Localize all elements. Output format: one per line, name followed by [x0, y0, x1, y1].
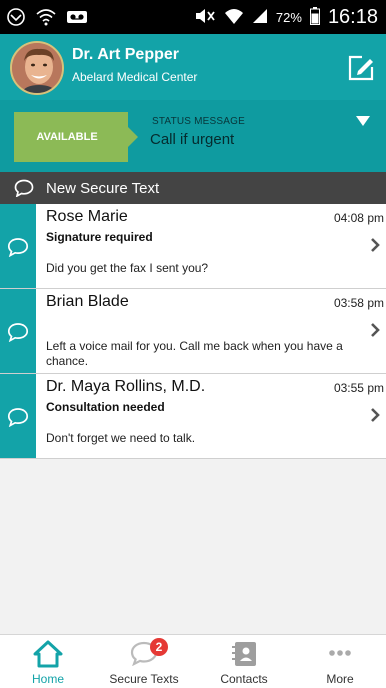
unread-badge: 2	[150, 638, 168, 656]
message-bubble-icon	[7, 237, 29, 262]
nav-more-label: More	[326, 672, 354, 686]
message-sender: Brian Blade	[46, 293, 129, 310]
app-notification-icon	[6, 7, 26, 32]
message-list: Rose Marie 04:08 pm Signature required D…	[0, 204, 386, 459]
cell-signal-icon	[252, 8, 268, 27]
nav-home-label: Home	[31, 672, 64, 686]
mute-icon	[194, 7, 216, 28]
clock: 16:18	[327, 6, 378, 28]
status-band: AVAILABLE STATUS MESSAGE Call if urgent	[0, 100, 386, 172]
app-root: 72% 16:18 Dr. Art Pepper Abelard Medical…	[0, 0, 386, 688]
message-sender: Dr. Maya Rollins, M.D.	[46, 378, 206, 395]
nav-secure-texts-label: Secure Texts	[109, 672, 179, 686]
speech-bubble-icon	[14, 179, 34, 202]
avatar[interactable]	[10, 41, 64, 95]
status-bar-left	[6, 7, 88, 32]
message-bubble-icon	[7, 407, 29, 432]
status-bar-right: 72% 16:18	[194, 6, 378, 29]
message-subject: Signature required	[46, 230, 153, 244]
chevron-right-icon	[370, 322, 380, 343]
availability-label: AVAILABLE	[36, 131, 98, 143]
battery-percent: 72%	[275, 10, 302, 25]
wifi-signal-icon	[224, 7, 244, 28]
message-preview: Don't forget we need to talk.	[46, 431, 196, 445]
battery-icon	[309, 7, 320, 28]
message-row[interactable]: Dr. Maya Rollins, M.D. 03:55 pm Consulta…	[0, 374, 386, 459]
edit-icon	[348, 55, 374, 81]
chevron-right-icon	[370, 407, 380, 428]
message-time: 03:58 pm	[333, 296, 384, 310]
status-dropdown-icon[interactable]	[356, 116, 370, 126]
profile-header: Dr. Art Pepper Abelard Medical Center	[0, 34, 386, 100]
nav-contacts[interactable]: Contacts	[196, 635, 292, 688]
message-time: 04:08 pm	[333, 211, 384, 225]
compose-edit-button[interactable]	[346, 53, 376, 83]
more-dots-icon	[326, 640, 354, 671]
nav-home[interactable]: Home	[0, 635, 96, 688]
availability-toggle[interactable]: AVAILABLE	[14, 112, 138, 162]
chevron-right-icon	[370, 237, 380, 258]
message-preview: Did you get the fax I sent you?	[46, 261, 209, 275]
message-sender: Rose Marie	[46, 208, 128, 225]
contacts-book-icon	[230, 640, 258, 673]
voicemail-icon	[66, 10, 88, 29]
doctor-name: Dr. Art Pepper	[72, 46, 179, 63]
medical-center: Abelard Medical Center	[72, 70, 198, 84]
new-secure-text-label: New Secure Text	[46, 180, 160, 197]
message-subject: Consultation needed	[46, 400, 165, 414]
message-preview: Left a voice mail for you. Call me back …	[46, 339, 343, 368]
nav-more[interactable]: More	[292, 635, 386, 688]
message-time: 03:55 pm	[333, 381, 384, 395]
status-message-value[interactable]: Call if urgent	[150, 131, 234, 148]
wifi-icon	[36, 8, 56, 31]
message-row[interactable]: Rose Marie 04:08 pm Signature required D…	[0, 204, 386, 289]
bottom-navigation: Home 2 Secure Texts Contacts More	[0, 634, 386, 688]
system-status-bar: 72% 16:18	[0, 0, 386, 34]
home-icon	[33, 640, 63, 673]
status-message-label: STATUS MESSAGE	[152, 116, 246, 127]
nav-contacts-label: Contacts	[220, 672, 268, 686]
message-row[interactable]: Brian Blade 03:58 pm Left a voice mail f…	[0, 289, 386, 374]
nav-secure-texts[interactable]: 2 Secure Texts	[96, 635, 192, 688]
new-secure-text-button[interactable]: New Secure Text	[0, 172, 386, 204]
message-bubble-icon	[7, 322, 29, 347]
